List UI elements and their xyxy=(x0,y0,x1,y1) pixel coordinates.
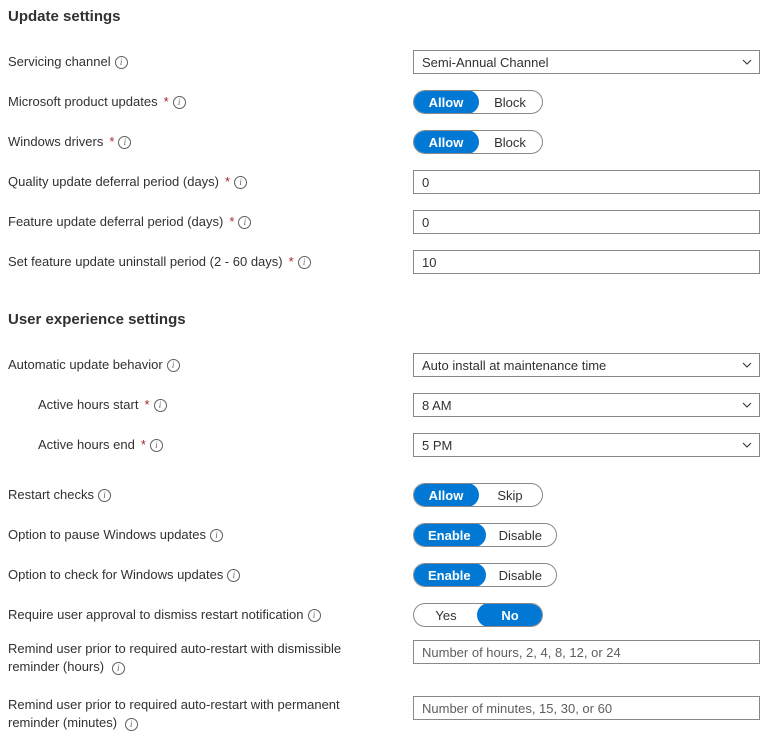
uninstall-period-label: Set feature update uninstall period (2 -… xyxy=(8,253,283,271)
info-icon[interactable] xyxy=(118,136,131,149)
remind-permanent-label: Remind user prior to required auto-resta… xyxy=(8,697,340,730)
info-icon[interactable] xyxy=(154,399,167,412)
toggle-option-disable[interactable]: Disable xyxy=(485,564,556,586)
req-user-approval-toggle[interactable]: Yes No xyxy=(413,603,543,627)
select-value: 5 PM xyxy=(422,438,452,453)
info-icon[interactable] xyxy=(112,662,125,675)
info-icon[interactable] xyxy=(227,569,240,582)
windows-drivers-toggle[interactable]: Allow Block xyxy=(413,130,543,154)
req-user-approval-label: Require user approval to dismiss restart… xyxy=(8,606,304,624)
remind-dismissible-input[interactable] xyxy=(413,640,760,664)
active-hours-end-select[interactable]: 5 PM xyxy=(413,433,760,457)
active-hours-start-select[interactable]: 8 AM xyxy=(413,393,760,417)
info-icon[interactable] xyxy=(150,439,163,452)
select-value: 8 AM xyxy=(422,398,452,413)
toggle-option-yes[interactable]: Yes xyxy=(414,604,478,626)
toggle-option-enable[interactable]: Enable xyxy=(413,523,486,547)
info-icon[interactable] xyxy=(173,96,186,109)
chevron-down-icon xyxy=(741,56,753,68)
required-marker: * xyxy=(229,213,234,231)
required-marker: * xyxy=(144,396,149,414)
info-icon[interactable] xyxy=(308,609,321,622)
quality-deferral-input[interactable] xyxy=(413,170,760,194)
quality-deferral-label: Quality update deferral period (days) xyxy=(8,173,219,191)
servicing-channel-select[interactable]: Semi-Annual Channel xyxy=(413,50,760,74)
toggle-option-allow[interactable]: Allow xyxy=(413,90,479,114)
pause-updates-label: Option to pause Windows updates xyxy=(8,526,206,544)
info-icon[interactable] xyxy=(98,489,111,502)
required-marker: * xyxy=(164,93,169,111)
info-icon[interactable] xyxy=(167,359,180,372)
info-icon[interactable] xyxy=(210,529,223,542)
toggle-option-skip[interactable]: Skip xyxy=(478,484,542,506)
select-value: Auto install at maintenance time xyxy=(422,358,606,373)
chevron-down-icon xyxy=(741,359,753,371)
section-header-update: Update settings xyxy=(8,8,775,25)
toggle-option-allow[interactable]: Allow xyxy=(413,130,479,154)
info-icon[interactable] xyxy=(125,718,138,731)
required-marker: * xyxy=(225,173,230,191)
toggle-option-no[interactable]: No xyxy=(477,603,543,627)
info-icon[interactable] xyxy=(115,56,128,69)
uninstall-period-input[interactable] xyxy=(413,250,760,274)
section-header-ux: User experience settings xyxy=(8,311,775,328)
feature-deferral-label: Feature update deferral period (days) xyxy=(8,213,223,231)
restart-checks-label: Restart checks xyxy=(8,486,94,504)
info-icon[interactable] xyxy=(298,256,311,269)
toggle-option-disable[interactable]: Disable xyxy=(485,524,556,546)
remind-dismissible-label: Remind user prior to required auto-resta… xyxy=(8,641,341,674)
check-updates-toggle[interactable]: Enable Disable xyxy=(413,563,557,587)
active-hours-start-label: Active hours start xyxy=(38,396,138,414)
ms-product-updates-label: Microsoft product updates xyxy=(8,93,158,111)
toggle-option-enable[interactable]: Enable xyxy=(413,563,486,587)
chevron-down-icon xyxy=(741,439,753,451)
auto-update-behavior-select[interactable]: Auto install at maintenance time xyxy=(413,353,760,377)
toggle-option-allow[interactable]: Allow xyxy=(413,483,479,507)
ms-product-updates-toggle[interactable]: Allow Block xyxy=(413,90,543,114)
select-value: Semi-Annual Channel xyxy=(422,55,548,70)
servicing-channel-label: Servicing channel xyxy=(8,53,111,71)
toggle-option-block[interactable]: Block xyxy=(478,131,542,153)
feature-deferral-input[interactable] xyxy=(413,210,760,234)
check-updates-label: Option to check for Windows updates xyxy=(8,566,223,584)
active-hours-end-label: Active hours end xyxy=(38,436,135,454)
auto-update-behavior-label: Automatic update behavior xyxy=(8,356,163,374)
remind-permanent-input[interactable] xyxy=(413,696,760,720)
chevron-down-icon xyxy=(741,399,753,411)
required-marker: * xyxy=(109,133,114,151)
required-marker: * xyxy=(141,436,146,454)
info-icon[interactable] xyxy=(238,216,251,229)
pause-updates-toggle[interactable]: Enable Disable xyxy=(413,523,557,547)
required-marker: * xyxy=(289,253,294,271)
info-icon[interactable] xyxy=(234,176,247,189)
toggle-option-block[interactable]: Block xyxy=(478,91,542,113)
windows-drivers-label: Windows drivers xyxy=(8,133,103,151)
restart-checks-toggle[interactable]: Allow Skip xyxy=(413,483,543,507)
